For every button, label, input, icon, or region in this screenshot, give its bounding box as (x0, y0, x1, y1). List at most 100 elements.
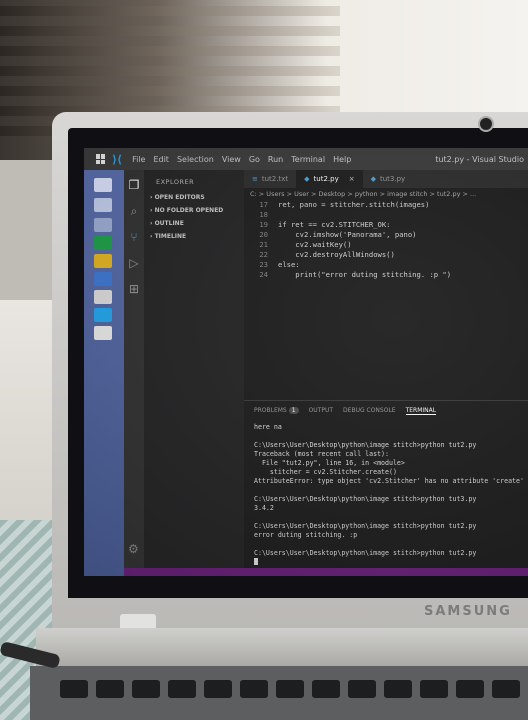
terminal-line: File "tut2.py", line 16, in <module> (254, 459, 405, 467)
bottom-panel: PROBLEMS 1 OUTPUT DEBUG CONSOLE TERMINAL … (244, 400, 528, 569)
keyboard-key (132, 680, 160, 698)
problems-badge: 1 (288, 407, 299, 414)
title-bar: ⟩⟨ File Edit Selection View Go Run Termi… (84, 148, 528, 170)
section-outline[interactable]: › OUTLINE (150, 220, 184, 227)
tab-tut2-py[interactable]: ◆ tut2.py × (296, 170, 363, 188)
gear-icon[interactable]: ⚙ (128, 542, 139, 556)
section-label: NO FOLDER OPENED (154, 207, 224, 214)
keyboard-key (204, 680, 232, 698)
keyboard-key (168, 680, 196, 698)
line-number: 23 (259, 260, 268, 269)
line-number: 22 (259, 250, 268, 259)
menu-run[interactable]: Run (268, 155, 283, 164)
menu-go[interactable]: Go (249, 155, 260, 164)
keyboard-key (384, 680, 412, 698)
tab-label: tut2.py (313, 175, 339, 183)
panel-tabs: PROBLEMS 1 OUTPUT DEBUG CONSOLE TERMINAL (254, 407, 437, 415)
terminal-line: C:\Users\User\Desktop\python\image stitc… (254, 441, 477, 449)
explorer-sidebar: EXPLORER › OPEN EDITORS › NO FOLDER OPEN… (144, 170, 244, 568)
activity-bar: ❐ ⌕ ⑂ ▷ ⊞ (124, 170, 144, 576)
taskbar-app-icon[interactable] (94, 290, 112, 304)
terminal-line: Traceback (most recent call last): (254, 450, 389, 458)
line-number: 24 (259, 270, 268, 279)
menu-selection[interactable]: Selection (177, 155, 214, 164)
terminal-line: error duting stitching. :p (254, 531, 358, 539)
taskbar-app-icon[interactable] (94, 326, 112, 340)
keyboard-key (492, 680, 520, 698)
chrome-icon[interactable] (94, 254, 112, 268)
brand-logo: SAMSUNG (424, 604, 512, 619)
search-icon[interactable]: ⌕ (127, 204, 141, 218)
tab-debug-console[interactable]: DEBUG CONSOLE (343, 407, 396, 415)
windows-logo-icon[interactable] (96, 154, 106, 164)
taskbar-app-icon[interactable] (94, 236, 112, 250)
webcam-icon (480, 118, 492, 130)
breadcrumb[interactable]: C: > Users > User > Desktop > python > i… (250, 190, 476, 198)
code-text: cv2.waitKey() (278, 240, 352, 249)
code-text: print("error duting stitching. :p ") (278, 270, 452, 279)
menu-help[interactable]: Help (333, 155, 351, 164)
extensions-icon[interactable]: ⊞ (127, 282, 141, 296)
taskbar-app-icon[interactable] (94, 198, 112, 212)
code-text: cv2.destroyAllWindows() (278, 250, 395, 259)
close-icon[interactable]: × (349, 175, 355, 183)
status-bar (124, 568, 528, 576)
keyboard-key (60, 680, 88, 698)
keyboard-key (96, 680, 124, 698)
menu-file[interactable]: File (132, 155, 145, 164)
tab-label: tut3.py (379, 175, 406, 183)
keyboard-key (276, 680, 304, 698)
python-file-icon: ◆ (370, 175, 376, 183)
keyboard-key (456, 680, 484, 698)
explorer-header: EXPLORER (156, 178, 195, 186)
menu-view[interactable]: View (222, 155, 241, 164)
taskbar-app-icon[interactable] (94, 178, 112, 192)
taskbar-app-icon[interactable] (94, 272, 112, 286)
editor-tabs: ≡ tut2.txt ◆ tut2.py × ◆ tut3.py (244, 170, 528, 188)
keyboard-key (312, 680, 340, 698)
code-text: if ret == cv2.STITCHER_OK: (278, 220, 391, 229)
line-number: 21 (259, 240, 268, 249)
taskbar-app-icon[interactable] (94, 218, 112, 232)
line-number: 20 (259, 230, 268, 239)
tab-tut3-py[interactable]: ◆ tut3.py (363, 170, 414, 188)
section-timeline[interactable]: › TIMELINE (150, 233, 186, 240)
terminal-line: AttributeError: type object 'cv2.Stitche… (254, 477, 524, 485)
code-text: cv2.imshow('Panorama', pano) (278, 230, 417, 239)
terminal-line: C:\Users\User\Desktop\python\image stitc… (254, 522, 477, 530)
vscode-logo-icon: ⟩⟨ (112, 152, 123, 166)
terminal-line: here na (254, 423, 282, 431)
tab-tut2-txt[interactable]: ≡ tut2.txt (244, 170, 296, 188)
file-icon: ≡ (252, 175, 258, 183)
vscode-taskbar-icon[interactable] (94, 308, 112, 322)
code-editor[interactable]: 17 ret, pano = stitcher.stitch(images) 18 1… (244, 200, 528, 400)
tab-problems[interactable]: PROBLEMS 1 (254, 407, 299, 415)
window-title: tut2.py - Visual Studio (435, 154, 524, 164)
keyboard-key (348, 680, 376, 698)
code-text: else: (278, 260, 300, 269)
tab-terminal[interactable]: TERMINAL (405, 407, 437, 415)
laptop-screen: ⟩⟨ File Edit Selection View Go Run Termi… (84, 148, 528, 576)
section-no-folder[interactable]: › NO FOLDER OPENED (150, 207, 223, 214)
files-icon[interactable]: ❐ (127, 178, 141, 192)
line-number: 17 (259, 200, 268, 209)
windows-taskbar (84, 170, 124, 576)
code-text: ret, pano = stitcher.stitch(images) (278, 200, 430, 209)
tab-label: PROBLEMS (254, 407, 287, 414)
menu-edit[interactable]: Edit (153, 155, 169, 164)
line-number: 19 (259, 220, 268, 229)
keyboard-key (240, 680, 268, 698)
terminal-line: 3.4.2 (254, 504, 274, 512)
terminal-line: C:\Users\User\Desktop\python\image stitc… (254, 549, 477, 557)
source-control-icon[interactable]: ⑂ (127, 230, 141, 244)
section-label: OUTLINE (154, 220, 184, 227)
menu-terminal[interactable]: Terminal (291, 155, 325, 164)
terminal-cursor (254, 558, 258, 565)
run-debug-icon[interactable]: ▷ (127, 256, 141, 270)
tab-output[interactable]: OUTPUT (309, 407, 333, 415)
section-open-editors[interactable]: › OPEN EDITORS (150, 194, 205, 201)
terminal-output[interactable]: here na C:\Users\User\Desktop\python\imag… (254, 423, 528, 567)
